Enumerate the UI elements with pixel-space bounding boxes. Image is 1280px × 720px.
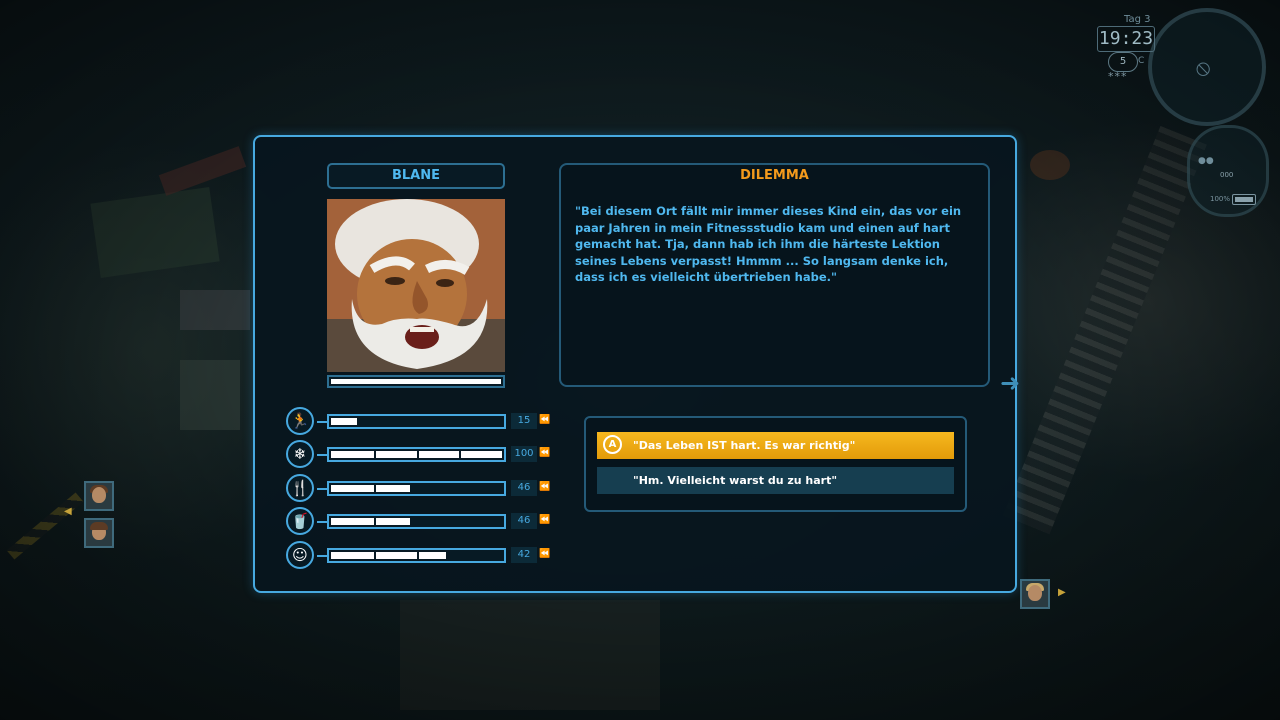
character-name: BLANE — [327, 163, 505, 189]
smiley-icon: ☺ — [286, 541, 314, 569]
stat-bar-segment-divider — [374, 449, 376, 460]
dilemma-text: "Bei diesem Ort fällt mir immer dieses K… — [575, 204, 962, 285]
temperature-unit: C — [1138, 56, 1145, 66]
dilemma-title: DILEMMA — [740, 168, 809, 183]
portrait-face — [92, 487, 106, 503]
health-bar-fill — [331, 379, 501, 384]
stat-row-food: 🍴 46 ⏪ — [286, 474, 556, 504]
choice-label: "Hm. Vielleicht warst du zu hart" — [633, 474, 838, 487]
stat-bar — [317, 447, 506, 462]
stat-row-temperature: ❄ 100 ⏪ — [286, 440, 556, 470]
stat-value: 15 — [511, 413, 537, 429]
stat-row-mood: ☺ 42 ⏪ — [286, 541, 556, 571]
party-scroll-left-arrow[interactable]: ◀ — [64, 506, 72, 517]
character-health-bar — [327, 375, 505, 388]
party-scroll-right-arrow[interactable]: ▶ — [1058, 587, 1066, 598]
choice-option-2[interactable]: "Hm. Vielleicht warst du zu hart" — [597, 467, 954, 494]
exit-arrow-icon[interactable]: ➜ — [1000, 370, 1034, 396]
trend-arrow-icon: ⏪ — [539, 482, 551, 492]
stat-bar — [317, 481, 506, 496]
clock-display: 19:23 — [1097, 26, 1155, 52]
choice-option-1[interactable]: A "Das Leben IST hart. Es war richtig" — [597, 432, 954, 459]
snowflake-icon: ❄ — [286, 440, 314, 468]
party-member-portrait-3[interactable] — [1020, 579, 1050, 609]
no-signal-icon: ⦸ — [1196, 56, 1211, 81]
stat-value: 100 — [511, 446, 537, 462]
trend-arrow-icon: ⏪ — [539, 549, 551, 559]
fork-knife-icon: 🍴 — [286, 474, 314, 502]
status-dots: ●● — [1198, 156, 1214, 166]
trend-arrow-icon: ⏪ — [539, 448, 551, 458]
status-counter: 000 — [1220, 171, 1234, 179]
stat-bar-segment-divider — [374, 516, 376, 527]
portrait-illustration — [327, 199, 505, 372]
rating-stars: *** — [1108, 70, 1128, 83]
running-man-icon: 🏃 — [286, 407, 314, 435]
stat-value: 46 — [511, 480, 537, 496]
stat-bar-fill — [331, 485, 410, 492]
stat-bar-segment-divider — [417, 550, 419, 561]
stat-bar — [317, 414, 506, 429]
stat-value: 46 — [511, 513, 537, 529]
battery-label: 100% — [1210, 195, 1231, 203]
stat-bar-segment-divider — [374, 550, 376, 561]
party-member-portrait-1[interactable] — [84, 481, 114, 511]
stat-row-drink: 🥤 46 ⏪ — [286, 507, 556, 537]
stat-bar-segment-divider — [374, 483, 376, 494]
drink-cup-icon: 🥤 — [286, 507, 314, 535]
party-member-portrait-2[interactable] — [84, 518, 114, 548]
stat-bar — [317, 514, 506, 529]
trend-arrow-icon: ⏪ — [539, 515, 551, 525]
choices-panel — [584, 416, 967, 512]
stat-bar-segment-divider — [459, 449, 461, 460]
stat-bar — [317, 548, 506, 563]
portrait-hair — [90, 522, 108, 530]
stat-value: 42 — [511, 547, 537, 563]
battery-icon — [1232, 194, 1256, 205]
character-portrait — [327, 199, 505, 372]
stat-bar-segment-divider — [417, 449, 419, 460]
day-counter: Tag 3 — [1124, 14, 1151, 25]
choice-label: "Das Leben IST hart. Es war richtig" — [633, 439, 856, 452]
stat-bar-fill — [331, 552, 446, 559]
temperature-cloud-icon: 5 — [1108, 52, 1138, 72]
a-button-icon: A — [603, 435, 622, 454]
stat-bar-fill — [331, 518, 410, 525]
trend-arrow-icon: ⏪ — [539, 415, 551, 425]
portrait-face — [1028, 585, 1042, 601]
stat-bar-fill — [331, 418, 357, 425]
stat-row-energy: 🏃 15 ⏪ — [286, 407, 556, 437]
